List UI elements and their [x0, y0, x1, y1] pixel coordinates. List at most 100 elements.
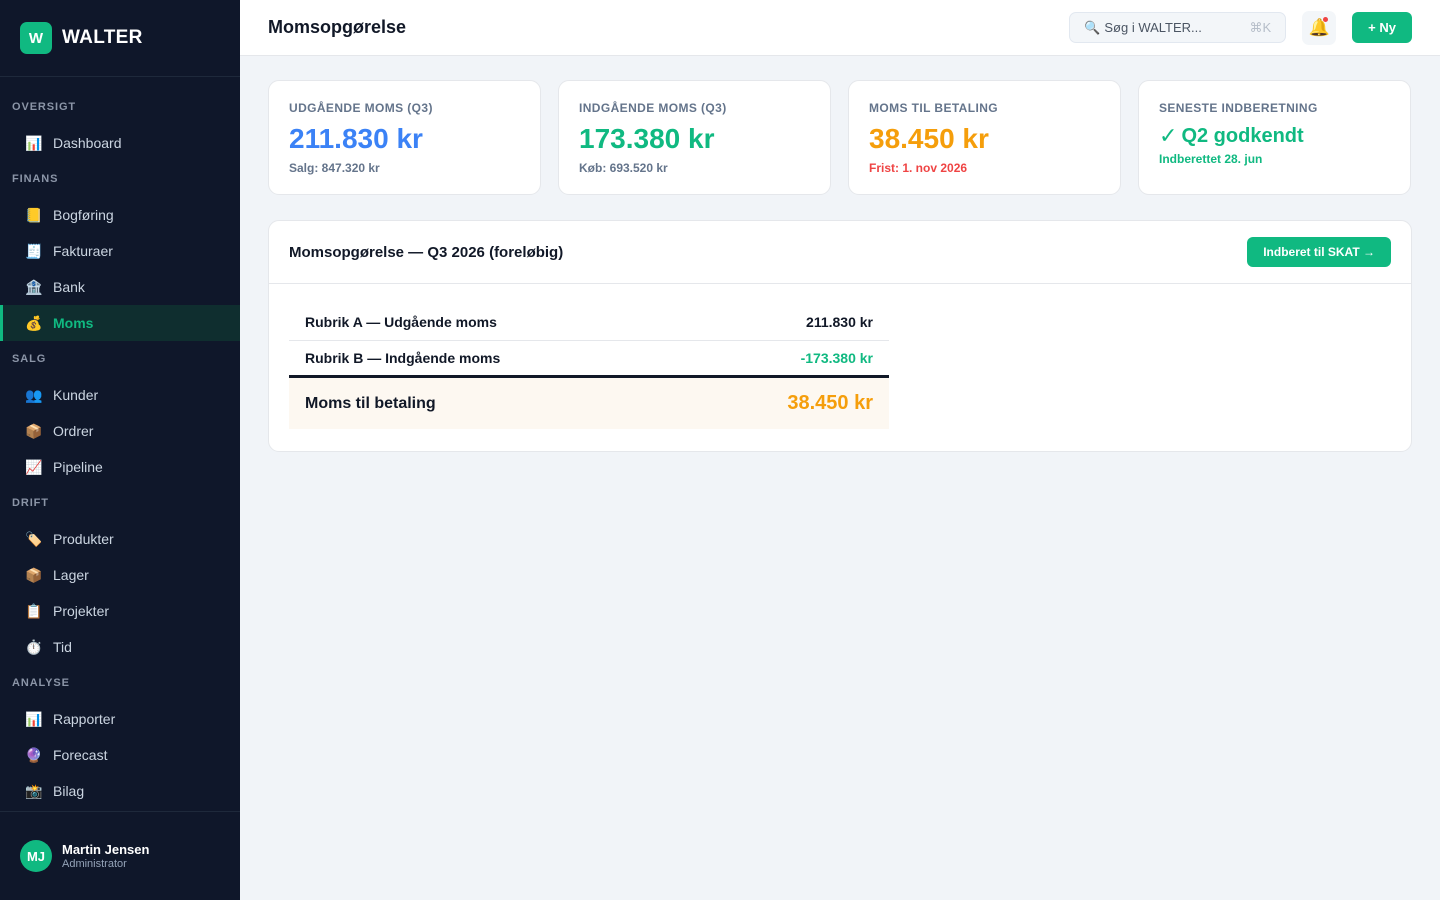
sidebar-item-fakturaer[interactable]: 🧾 Fakturaer: [0, 233, 240, 269]
check-icon: ✓: [1159, 123, 1178, 148]
sidebar-item-forecast[interactable]: 🔮 Forecast: [0, 737, 240, 773]
vat-statement-panel: Momsopgørelse — Q3 2026 (foreløbig) Indb…: [268, 220, 1412, 452]
nav-section-title: ANALYSE: [12, 677, 70, 689]
sidebar-item-tid[interactable]: ⏱️ Tid: [0, 629, 240, 665]
card-label: SENESTE INDBERETNING: [1159, 101, 1318, 115]
search-input[interactable]: 🔍 Søg i WALTER... ⌘K: [1069, 12, 1287, 43]
new-button[interactable]: + Ny: [1352, 12, 1412, 43]
card-sub: Salg: 847.320 kr: [289, 161, 380, 175]
sidebar-item-label: Bogføring: [53, 207, 114, 223]
bank-icon: 🏦: [25, 278, 43, 295]
vat-due-card: MOMS TIL BETALING 38.450 kr Frist: 1. no…: [848, 80, 1121, 195]
logo-icon: W: [20, 22, 52, 54]
sidebar-item-bogf-ring[interactable]: 📒 Bogføring: [0, 197, 240, 233]
filing-status-text: Q2 godkendt: [1181, 125, 1304, 147]
card-value: 211.830 kr: [289, 123, 423, 154]
sidebar-item-pipeline[interactable]: 📈 Pipeline: [0, 449, 240, 485]
package-icon: 📦: [25, 566, 43, 583]
notifications-button[interactable]: 🔔: [1302, 10, 1337, 45]
avatar: MJ: [20, 840, 52, 872]
main-content: UDGÅENDE MOMS (Q3) 211.830 kr Salg: 847.…: [268, 80, 1412, 452]
nav-section-title: OVERSIGT: [12, 101, 77, 113]
sidebar-item-kunder[interactable]: 👥 Kunder: [0, 377, 240, 413]
report-to-skat-button[interactable]: Indberet til SKAT →: [1247, 237, 1391, 267]
sidebar-item-lager[interactable]: 📦 Lager: [0, 557, 240, 593]
package-icon: 📦: [25, 422, 43, 439]
table-row: Rubrik B — Indgående moms -173.380 kr: [289, 341, 889, 378]
sidebar-item-label: Dashboard: [53, 135, 122, 151]
sidebar-nav: OVERSIGT 📊 Dashboard FINANS 📒 Bogføring 🧾 Faktu…: [0, 77, 240, 809]
sidebar-item-rapporter[interactable]: 📊 Rapporter: [0, 701, 240, 737]
total-row: Moms til betaling 38.450 kr: [289, 378, 889, 429]
brand-name: WALTER: [62, 27, 143, 48]
sidebar-item-label: Ordrer: [53, 423, 94, 439]
table-row: Rubrik A — Udgående moms 211.830 kr: [289, 304, 889, 341]
sidebar-item-bank[interactable]: 🏦 Bank: [0, 269, 240, 305]
card-sub: Køb: 693.520 kr: [579, 161, 668, 175]
sidebar-item-moms[interactable]: 💰 Moms: [0, 305, 240, 341]
summary-cards: UDGÅENDE MOMS (Q3) 211.830 kr Salg: 847.…: [268, 80, 1412, 195]
input-vat-card: INDGÅENDE MOMS (Q3) 173.380 kr Køb: 693.…: [558, 80, 831, 195]
search-icon: 🔍: [1084, 19, 1101, 35]
search-shortcut: ⌘K: [1249, 19, 1272, 35]
sidebar-item-label: Forecast: [53, 747, 108, 763]
sidebar-item-produkter[interactable]: 🏷️ Produkter: [0, 521, 240, 557]
brand[interactable]: W WALTER: [0, 0, 240, 77]
sidebar-item-bilag[interactable]: 📸 Bilag: [0, 773, 240, 809]
last-filing-card: SENESTE INDBERETNING ✓ Q2 godkendt Indbe…: [1138, 80, 1411, 195]
sidebar-item-label: Pipeline: [53, 459, 103, 475]
total-label: Moms til betaling: [305, 394, 436, 412]
sidebar-item-label: Bilag: [53, 783, 85, 799]
output-vat-card: UDGÅENDE MOMS (Q3) 211.830 kr Salg: 847.…: [268, 80, 541, 195]
sidebar-item-label: Kunder: [53, 387, 99, 403]
sidebar-item-ordrer[interactable]: 📦 Ordrer: [0, 413, 240, 449]
due-date: Frist: 1. nov 2026: [869, 161, 968, 175]
trend-icon: 📈: [25, 458, 43, 475]
vat-table: Rubrik A — Udgående moms 211.830 kr Rubr…: [289, 304, 889, 429]
panel-title: Momsopgørelse — Q3 2026 (foreløbig): [289, 243, 564, 261]
people-icon: 👥: [25, 386, 43, 403]
sidebar-item-label: Produkter: [53, 531, 114, 547]
card-sub: Indberettet 28. jun: [1159, 152, 1263, 166]
topbar: Momsopgørelse 🔍 Søg i WALTER... ⌘K 🔔 + N…: [240, 0, 1440, 56]
ledger-icon: 📒: [25, 206, 43, 223]
card-label: MOMS TIL BETALING: [869, 101, 999, 115]
user-name: Martin Jensen: [62, 842, 150, 857]
user-profile[interactable]: MJ Martin Jensen Administrator: [0, 811, 240, 900]
row-amount: -173.380 kr: [800, 350, 873, 366]
stopwatch-icon: ⏱️: [25, 638, 43, 655]
receipt-icon: 🧾: [25, 242, 43, 259]
sidebar-item-projekter[interactable]: 📋 Projekter: [0, 593, 240, 629]
card-value: 173.380 kr: [579, 123, 715, 154]
clipboard-icon: 📋: [25, 602, 43, 619]
search-placeholder: Søg i WALTER...: [1104, 20, 1202, 35]
card-label: UDGÅENDE MOMS (Q3): [289, 101, 433, 115]
card-value: 38.450 kr: [869, 123, 989, 154]
nav-section-title: DRIFT: [12, 497, 49, 509]
sidebar-item-dashboard[interactable]: 📊 Dashboard: [0, 125, 240, 161]
crystal-ball-icon: 🔮: [25, 746, 43, 763]
sidebar-item-label: Fakturaer: [53, 243, 113, 259]
nav-section-title: SALG: [12, 353, 47, 365]
chart-icon: 📊: [25, 710, 43, 727]
tag-icon: 🏷️: [25, 530, 43, 547]
sidebar-item-label: Moms: [53, 315, 94, 331]
row-label: Rubrik B — Indgående moms: [305, 350, 501, 366]
sidebar-item-label: Rapporter: [53, 711, 116, 727]
row-amount: 211.830 kr: [806, 314, 873, 330]
camera-icon: 📸: [25, 782, 43, 799]
nav-section-title: FINANS: [12, 173, 59, 185]
row-label: Rubrik A — Udgående moms: [305, 314, 497, 330]
money-bag-icon: 💰: [25, 314, 43, 331]
user-role: Administrator: [62, 858, 127, 870]
total-amount: 38.450 kr: [787, 392, 873, 414]
sidebar: W WALTER OVERSIGT 📊 Dashboard FINANS 📒 Bogfør…: [0, 0, 240, 900]
sidebar-item-label: Lager: [53, 567, 89, 583]
filing-status: ✓ Q2 godkendt: [1159, 123, 1390, 149]
card-label: INDGÅENDE MOMS (Q3): [579, 101, 727, 115]
notification-dot: [1323, 16, 1329, 22]
page-title: Momsopgørelse: [268, 17, 407, 37]
sidebar-item-label: Bank: [53, 279, 85, 295]
chart-icon: 📊: [25, 134, 43, 151]
sidebar-item-label: Tid: [53, 639, 72, 655]
